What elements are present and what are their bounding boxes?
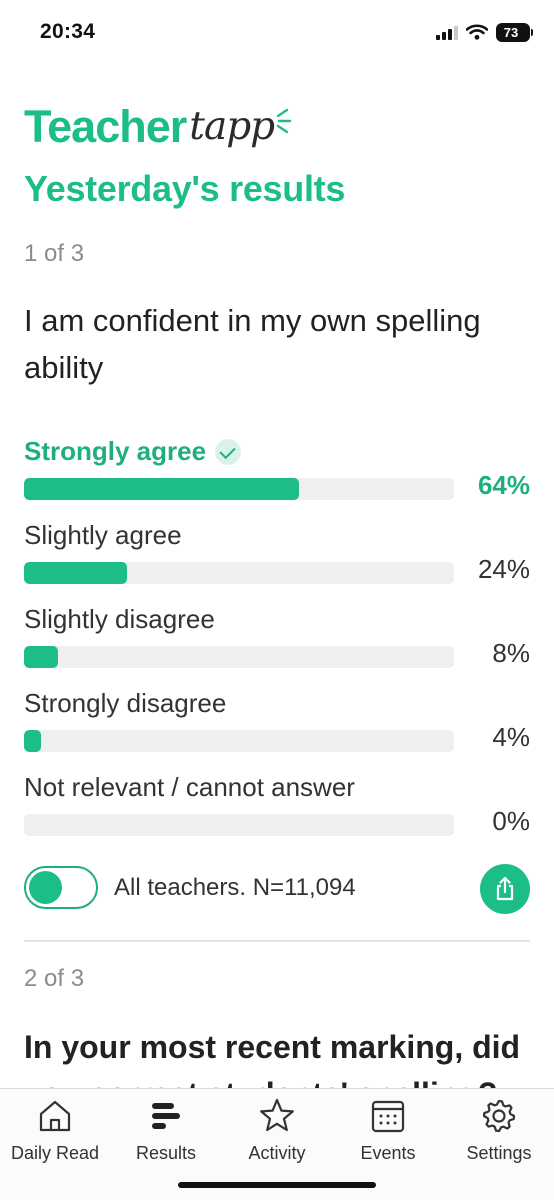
answer-row: Strongly agree 64% (24, 436, 530, 512)
result-bar-track (24, 478, 454, 500)
page-title: Yesterday's results (24, 168, 346, 209)
result-bar-fill (24, 730, 42, 752)
answer-percentage: 4% (492, 722, 530, 752)
tab-label: Results (135, 1143, 197, 1163)
results-icon (152, 1103, 180, 1129)
tab-activity[interactable]: Activity (222, 1097, 332, 1167)
battery-icon: 73 (496, 22, 533, 42)
gear-icon (482, 1099, 516, 1133)
wifi-icon (466, 24, 488, 40)
question-text: I am confident in my own spelling abilit… (24, 303, 481, 385)
home-indicator (178, 1182, 376, 1188)
filter-label: All teachers. N=11,094 (114, 874, 356, 901)
answer-row: Slightly agree 24% (24, 520, 530, 596)
status-bar: 20:34 73 (0, 0, 554, 66)
question-text[interactable]: In your most recent marking, did you cor… (24, 1024, 530, 1088)
answer-label-text: Strongly agree (24, 436, 207, 466)
answer-label: Slightly agree (24, 520, 182, 551)
result-bar-fill (24, 478, 300, 500)
status-time: 20:34 (40, 20, 96, 43)
calendar-icon (371, 1100, 405, 1133)
answer-label: Strongly disagree (24, 688, 226, 719)
result-bar-track (24, 730, 454, 752)
result-bar-fill (24, 562, 128, 584)
answer-label: Slightly disagree (24, 604, 215, 635)
question-counter: 2 of 3 (24, 965, 85, 992)
answer-row: Strongly disagree 4% (24, 688, 530, 764)
result-bar-track (24, 646, 454, 668)
spark-icon (276, 108, 292, 134)
tab-bar: Daily Read Results Activity Events Setti… (0, 1088, 554, 1200)
answer-label: Strongly agree (24, 436, 242, 467)
answer-label-text: Strongly disagree (24, 688, 227, 718)
section-divider (24, 940, 530, 942)
signal-icon (436, 24, 458, 40)
toggle-knob (29, 871, 62, 904)
share-button[interactable] (480, 864, 530, 914)
answer-row: Slightly disagree 8% (24, 604, 530, 680)
tab-events[interactable]: Events (333, 1097, 443, 1167)
answer-row: Not relevant / cannot answer 0% (24, 772, 530, 848)
answer-label: Not relevant / cannot answer (24, 772, 355, 803)
tab-results[interactable]: Results (111, 1097, 221, 1167)
screen: 20:34 73 Teacher tapp Yesterday's result… (0, 0, 554, 1200)
answer-percentage: 24% (477, 554, 530, 584)
all-teachers-toggle[interactable] (24, 866, 98, 909)
question-counter: 1 of 3 (24, 240, 85, 267)
answer-label-text: Not relevant / cannot answer (24, 772, 355, 802)
teachertapp-logo: Teacher tapp (24, 100, 293, 160)
home-icon (39, 1100, 71, 1132)
star-icon (260, 1098, 294, 1132)
result-bar-fill (24, 646, 59, 668)
result-bar-track (24, 562, 454, 584)
share-icon (496, 876, 514, 901)
check-icon (215, 438, 242, 465)
logo-main-text: Teacher (24, 101, 187, 152)
answer-percentage: 0% (492, 806, 530, 836)
tab-label: Daily Read (10, 1143, 100, 1163)
question-2-clip: In your most recent marking, did you cor… (0, 1016, 554, 1088)
status-icons: 73 (436, 21, 533, 43)
tab-settings[interactable]: Settings (444, 1097, 554, 1167)
tab-label: Settings (466, 1143, 532, 1163)
answer-percentage: 64% (477, 470, 530, 500)
tab-label: Activity (248, 1143, 306, 1163)
tab-daily-read[interactable]: Daily Read (0, 1097, 110, 1167)
logo-script-text: tapp (189, 104, 275, 149)
answer-label-text: Slightly disagree (24, 604, 215, 634)
answer-percentage: 8% (492, 638, 530, 668)
tab-label: Events (360, 1143, 416, 1163)
answer-label-text: Slightly agree (24, 520, 182, 550)
result-bar-track (24, 814, 454, 836)
